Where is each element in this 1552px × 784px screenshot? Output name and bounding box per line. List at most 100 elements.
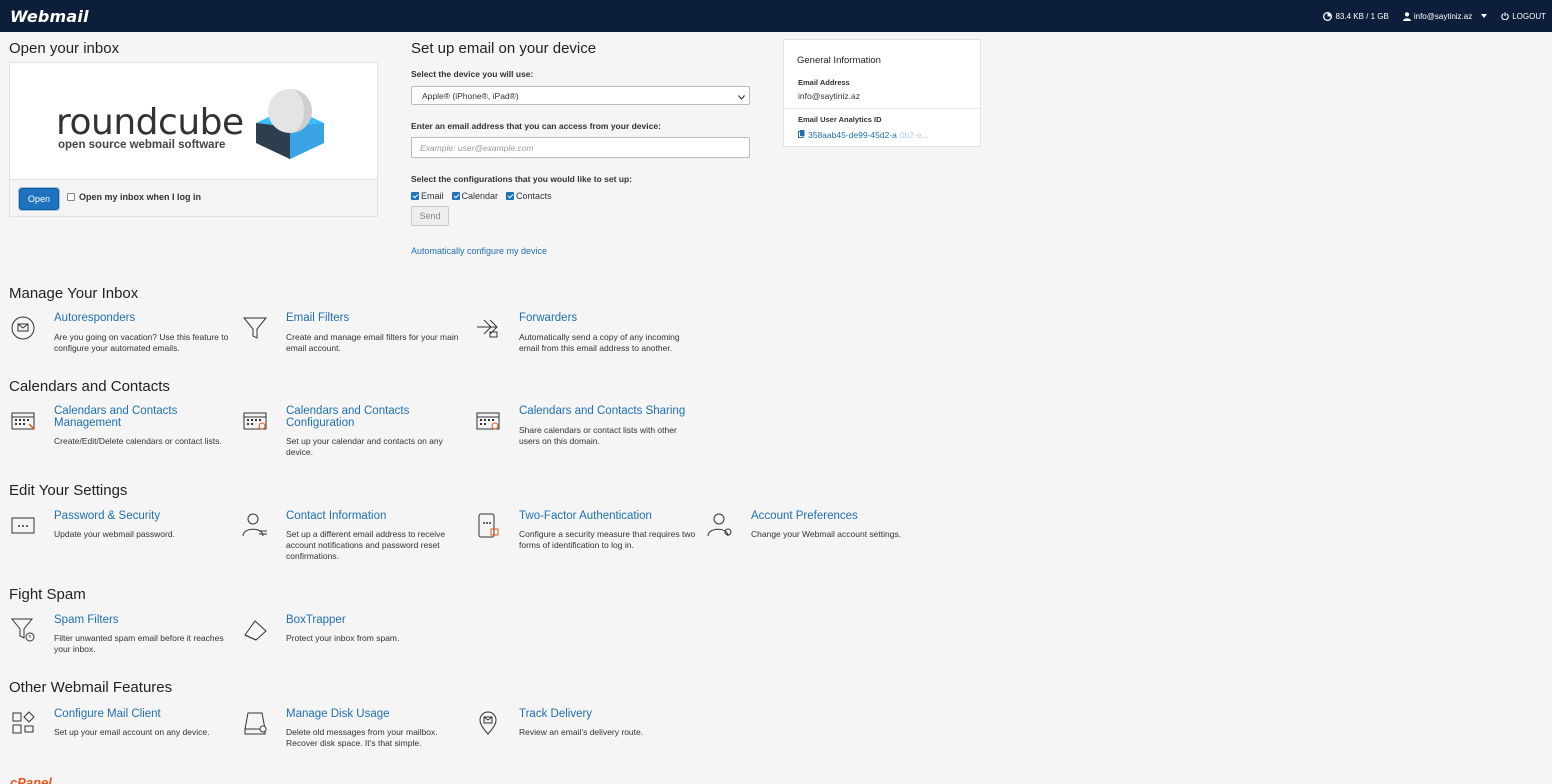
boxtrapper-title: BoxTrapper — [286, 614, 346, 626]
open-inbox-checkbox-label: Open my inbox when I log in — [79, 192, 202, 202]
calendar-icon — [9, 406, 37, 434]
boxtrapper-item[interactable]: BoxTrapper Protect your inbox from spam. — [241, 614, 466, 660]
roundcube-card-footer: Open Open my inbox when I log in — [10, 179, 377, 216]
config-calendar[interactable]: Calendar — [451, 191, 499, 201]
disk-usage-text: 83.4 KB / 1 GB — [1335, 11, 1389, 21]
open-inbox-checkbox[interactable] — [67, 193, 75, 201]
device-select[interactable]: Apple® (iPhone®, iPad®) — [411, 86, 750, 105]
analytics-id[interactable]: 358aab45-de99-45d2-a 0b2-e... — [798, 130, 929, 140]
auto-configure-link[interactable]: Automatically configure my device — [411, 246, 547, 256]
device-select-value: Apple® (iPhone®, iPad®) — [422, 91, 519, 101]
two-factor-item[interactable]: Two-Factor Authentication Configure a se… — [474, 510, 699, 556]
device-select-label: Select the device you will use: — [411, 69, 534, 79]
open-inbox-on-login[interactable]: Open my inbox when I log in — [67, 192, 201, 202]
contact-information-item[interactable]: Contact Information Set up a different e… — [241, 510, 466, 561]
logout-label: LOGOUT — [1512, 11, 1546, 21]
autoresponder-icon — [9, 313, 37, 341]
calendars-configuration-item[interactable]: Calendars and Contacts Configuration Set… — [241, 405, 466, 457]
roundcube-logo-subtitle: open source webmail software — [58, 139, 226, 151]
password-security-title: Password & Security — [54, 510, 161, 522]
autoresponders-desc: Are you going on vacation? Use this feat… — [54, 332, 229, 353]
general-information-panel: General Information Email Address info@s… — [783, 39, 981, 147]
calendars-management-item[interactable]: Calendars and Contacts Management Create… — [9, 405, 234, 451]
user-menu[interactable]: info@saytiniz.az — [1402, 11, 1488, 21]
contact-icon — [241, 511, 269, 539]
calendar-checkbox[interactable] — [451, 192, 460, 200]
calendars-sharing-item[interactable]: Calendars and Contacts Sharing Share cal… — [474, 405, 699, 451]
email-filters-title: Email Filters — [286, 312, 350, 324]
autoresponders-title: Autoresponders — [54, 312, 136, 324]
contact-information-desc: Set up a different email address to rece… — [286, 529, 446, 561]
user-icon — [1402, 11, 1411, 21]
roundcube-logo[interactable]: roundcube open source webmail software — [10, 63, 377, 179]
manage-disk-usage-item[interactable]: Manage Disk Usage Delete old messages fr… — [241, 708, 466, 749]
password-security-item[interactable]: Password & Security Update your webmail … — [9, 510, 234, 556]
divider — [784, 108, 980, 109]
calendars-configuration-title: Calendars and Contacts Configuration — [286, 405, 410, 429]
spam-filter-icon — [9, 615, 37, 643]
forward-icon — [474, 313, 502, 341]
open-button[interactable]: Open — [19, 188, 59, 210]
configure-mail-client-item[interactable]: Configure Mail Client Set up your email … — [9, 708, 234, 749]
boxtrapper-icon — [241, 615, 269, 643]
account-preferences-item[interactable]: Account Preferences Change your Webmail … — [706, 510, 931, 556]
send-button[interactable]: Send — [411, 206, 449, 226]
other-features-heading: Other Webmail Features — [9, 679, 173, 696]
track-delivery-title: Track Delivery — [519, 708, 593, 720]
track-delivery-item[interactable]: Track Delivery Review an email’s deliver… — [474, 708, 699, 749]
roundcube-logo-word: roundcube — [56, 102, 244, 143]
power-icon — [1501, 12, 1509, 20]
filter-icon — [241, 313, 269, 341]
email-checkbox[interactable] — [411, 192, 419, 200]
config-contacts[interactable]: Contacts — [506, 191, 552, 201]
disk-usage-indicator[interactable]: 83.4 KB / 1 GB — [1323, 11, 1389, 21]
calendar-checkbox-label: Calendar — [461, 191, 499, 201]
email-filters-item[interactable]: Email Filters Create and manage email fi… — [241, 312, 466, 358]
boxtrapper-desc: Protect your inbox from spam. — [286, 633, 400, 643]
spam-filters-item[interactable]: Spam Filters Filter unwanted spam email … — [9, 614, 234, 660]
config-label: Select the configurations that you would… — [411, 174, 633, 184]
config-checkboxes: Email Calendar Contacts — [411, 191, 552, 201]
logout-button[interactable]: LOGOUT — [1501, 12, 1546, 21]
manage-disk-usage-title: Manage Disk Usage — [286, 708, 390, 720]
settings-heading: Edit Your Settings — [9, 482, 128, 499]
webmail-logo[interactable]: Webmail — [10, 7, 89, 26]
calendars-sharing-desc: Share calendars or contact lists with ot… — [519, 425, 677, 446]
config-email[interactable]: Email — [411, 191, 444, 201]
top-bar-right: 83.4 KB / 1 GB info@saytiniz.az LOGOUT — [1323, 0, 1546, 32]
calendars-heading: Calendars and Contacts — [9, 378, 170, 395]
email-checkbox-label: Email — [421, 191, 444, 201]
email-address-key: Email Address — [798, 78, 850, 87]
device-email-input[interactable]: Example: user@example.com — [411, 137, 750, 158]
setup-device-heading: Set up email on your device — [411, 40, 597, 57]
contacts-checkbox[interactable] — [506, 192, 515, 200]
calendars-management-desc: Create/Edit/Delete calendars or contact … — [54, 436, 222, 446]
forwarders-item[interactable]: Forwarders Automatically send a copy of … — [474, 312, 699, 358]
contact-information-title: Contact Information — [286, 510, 387, 522]
forwarders-desc: Automatically send a copy of any incomin… — [519, 332, 680, 353]
top-bar: Webmail 83.4 KB / 1 GB info@saytiniz.az … — [0, 0, 1552, 32]
disk-usage-icon — [241, 709, 269, 737]
cpanel-logo[interactable]: cPanel — [10, 775, 52, 784]
password-icon — [9, 511, 37, 539]
analytics-id-value: 358aab45-de99-45d2-a — [808, 130, 897, 140]
chevron-down-icon — [738, 92, 745, 102]
forwarders-title: Forwarders — [519, 312, 578, 324]
spam-filters-desc: Filter unwanted spam email before it rea… — [54, 633, 224, 654]
calendars-sharing-title: Calendars and Contacts Sharing — [519, 405, 686, 417]
track-delivery-desc: Review an email’s delivery route. — [519, 727, 644, 737]
pie-chart-icon — [1323, 11, 1333, 21]
account-preferences-title: Account Preferences — [751, 510, 858, 522]
email-input-label: Enter an email address that you can acce… — [411, 121, 661, 131]
manage-disk-usage-desc: Delete old messages from your mailbox. R… — [286, 727, 438, 748]
roundcube-cube-icon — [253, 87, 327, 166]
account-preferences-icon — [706, 511, 734, 539]
copy-icon[interactable] — [798, 130, 805, 140]
autoresponders-item[interactable]: Autoresponders Are you going on vacation… — [9, 312, 234, 358]
analytics-id-fade: 0b2-e... — [899, 130, 929, 140]
contacts-checkbox-label: Contacts — [516, 191, 552, 201]
spam-filters-title: Spam Filters — [54, 614, 119, 626]
calendars-configuration-desc: Set up your calendar and contacts on any… — [286, 436, 443, 457]
calendar-share-icon — [474, 406, 502, 434]
calendars-management-title: Calendars and Contacts Management — [54, 405, 178, 429]
